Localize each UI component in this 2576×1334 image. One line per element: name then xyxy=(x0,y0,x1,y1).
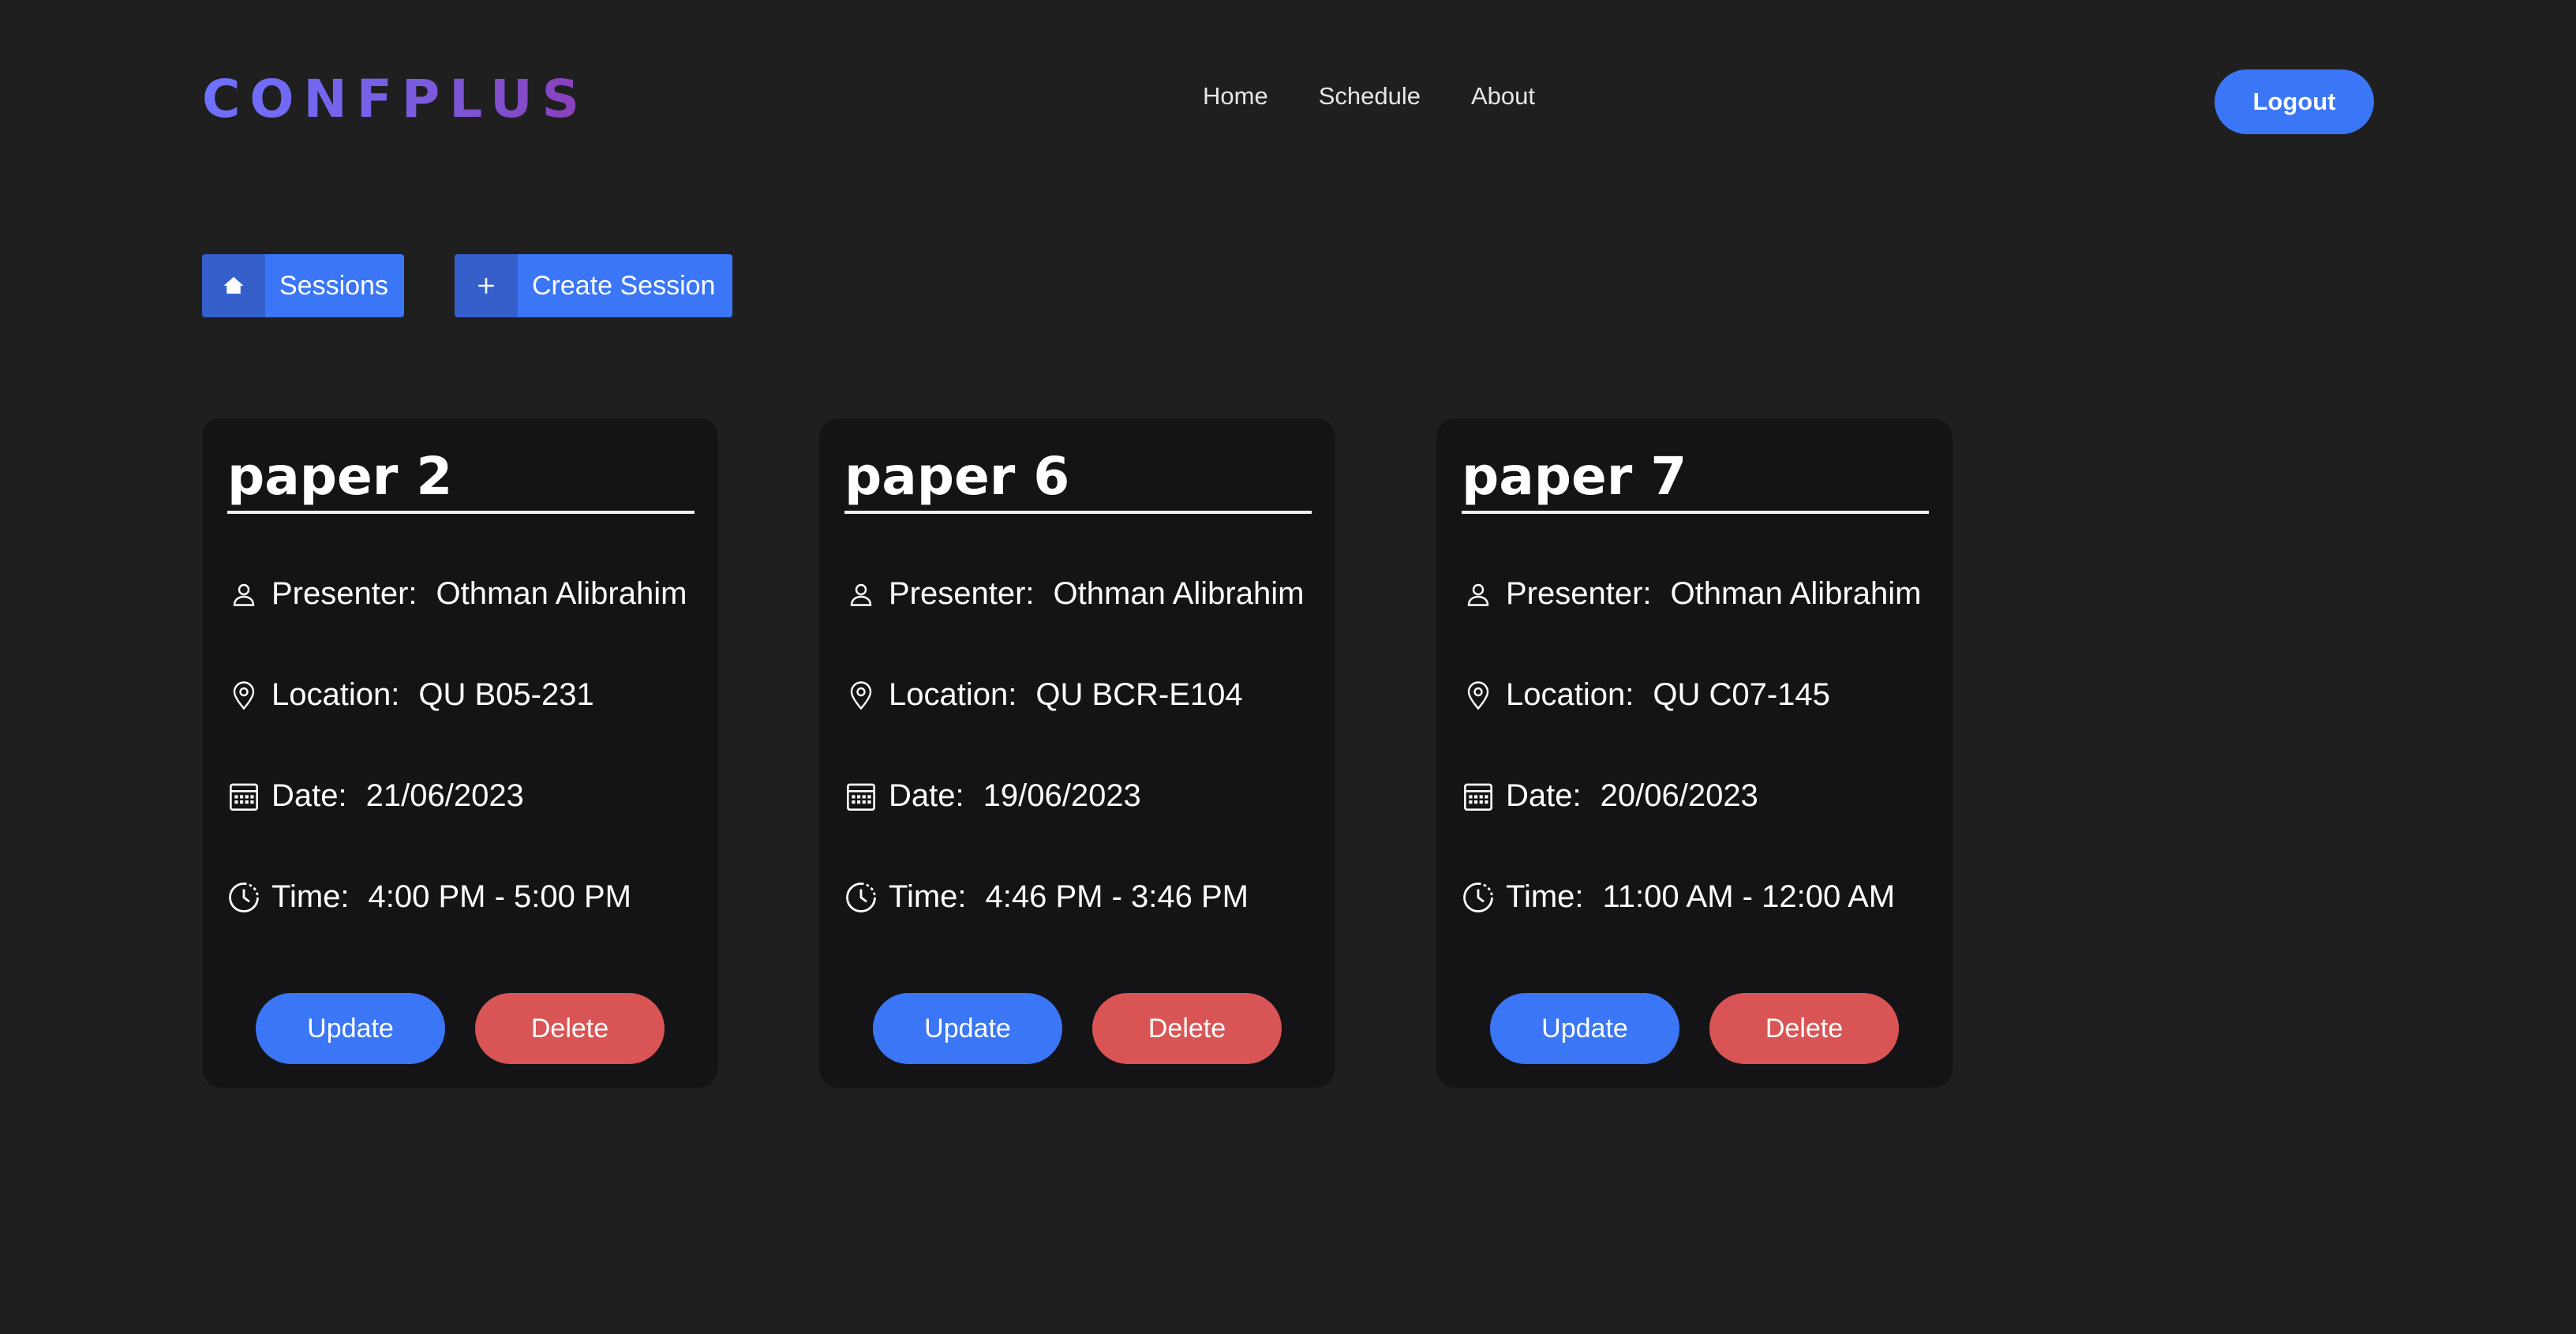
page: CONFPLUS Home Schedule About Logout Sess… xyxy=(0,0,2576,1334)
nav-home[interactable]: Home xyxy=(1203,82,1268,111)
update-button[interactable]: Update xyxy=(873,993,1062,1064)
location-value: QU B05-231 xyxy=(418,677,594,712)
nav-about[interactable]: About xyxy=(1471,82,1535,111)
location-label: Location: xyxy=(271,677,400,712)
time-row: Time: 11:00 AM - 12:00 AM xyxy=(1462,879,1895,915)
map-pin-icon xyxy=(844,679,878,712)
presenter-value: Othman Alibrahim xyxy=(1670,576,1922,611)
presenter-label: Presenter: xyxy=(889,576,1035,611)
calendar-icon xyxy=(227,780,260,813)
time-value: 4:46 PM - 3:46 PM xyxy=(985,879,1249,914)
time-row: Time: 4:46 PM - 3:46 PM xyxy=(844,879,1249,915)
presenter-value: Othman Alibrahim xyxy=(1053,576,1305,611)
presenter-row: Presenter: Othman Alibrahim xyxy=(1462,576,1921,612)
presenter-row: Presenter: Othman Alibrahim xyxy=(844,576,1304,612)
user-icon xyxy=(844,578,878,611)
session-card: paper 6 Presenter: Othman Alibrahim Loca… xyxy=(819,418,1335,1088)
date-row: Date: 19/06/2023 xyxy=(844,778,1141,814)
create-session-button[interactable]: Create Session xyxy=(455,254,732,317)
session-title: paper 2 xyxy=(227,448,695,514)
date-value: 21/06/2023 xyxy=(365,778,524,813)
calendar-icon xyxy=(1462,780,1495,813)
update-button[interactable]: Update xyxy=(1490,993,1679,1064)
clock-icon xyxy=(844,881,878,914)
main-nav: Home Schedule About xyxy=(1203,82,1535,111)
home-icon xyxy=(202,254,265,317)
map-pin-icon xyxy=(1462,679,1495,712)
sessions-button[interactable]: Sessions xyxy=(202,254,404,317)
logo-text: CONFPLUS xyxy=(202,68,590,129)
location-row: Location: QU B05-231 xyxy=(227,677,594,713)
session-title: paper 7 xyxy=(1462,448,1929,514)
date-row: Date: 20/06/2023 xyxy=(1462,778,1758,814)
calendar-icon xyxy=(844,780,878,813)
location-label: Location: xyxy=(889,677,1017,712)
clock-icon xyxy=(1462,881,1495,914)
session-card: paper 7 Presenter: Othman Alibrahim Loca… xyxy=(1436,418,1953,1088)
clock-icon xyxy=(227,881,260,914)
location-row: Location: QU C07-145 xyxy=(1462,677,1830,713)
user-icon xyxy=(1462,578,1495,611)
date-value: 19/06/2023 xyxy=(983,778,1141,813)
time-value: 4:00 PM - 5:00 PM xyxy=(368,879,631,914)
map-pin-icon xyxy=(227,679,260,712)
date-label: Date: xyxy=(271,778,347,813)
date-row: Date: 21/06/2023 xyxy=(227,778,524,814)
time-label: Time: xyxy=(271,879,350,914)
confplus-logo[interactable]: CONFPLUS xyxy=(202,68,590,129)
session-title: paper 6 xyxy=(844,448,1312,514)
presenter-row: Presenter: Othman Alibrahim xyxy=(227,576,687,612)
session-card: paper 2 Presenter: Othman Alibrahim Loca… xyxy=(202,418,718,1088)
delete-button[interactable]: Delete xyxy=(475,993,665,1064)
location-label: Location: xyxy=(1506,677,1634,712)
date-value: 20/06/2023 xyxy=(1600,778,1758,813)
logout-button[interactable]: Logout xyxy=(2215,69,2374,134)
time-label: Time: xyxy=(889,879,967,914)
nav-schedule[interactable]: Schedule xyxy=(1319,82,1421,111)
user-icon xyxy=(227,578,260,611)
presenter-label: Presenter: xyxy=(271,576,417,611)
location-row: Location: QU BCR-E104 xyxy=(844,677,1243,713)
date-label: Date: xyxy=(1506,778,1582,813)
create-session-button-label: Create Session xyxy=(532,270,716,301)
location-value: QU BCR-E104 xyxy=(1035,677,1243,712)
time-value: 11:00 AM - 12:00 AM xyxy=(1602,879,1896,914)
presenter-label: Presenter: xyxy=(1506,576,1652,611)
presenter-value: Othman Alibrahim xyxy=(436,576,687,611)
time-label: Time: xyxy=(1506,879,1584,914)
location-value: QU C07-145 xyxy=(1653,677,1830,712)
time-row: Time: 4:00 PM - 5:00 PM xyxy=(227,879,631,915)
plus-icon xyxy=(455,254,518,317)
delete-button[interactable]: Delete xyxy=(1709,993,1899,1064)
update-button[interactable]: Update xyxy=(256,993,445,1064)
sessions-button-label: Sessions xyxy=(279,270,388,301)
date-label: Date: xyxy=(889,778,964,813)
delete-button[interactable]: Delete xyxy=(1092,993,1282,1064)
